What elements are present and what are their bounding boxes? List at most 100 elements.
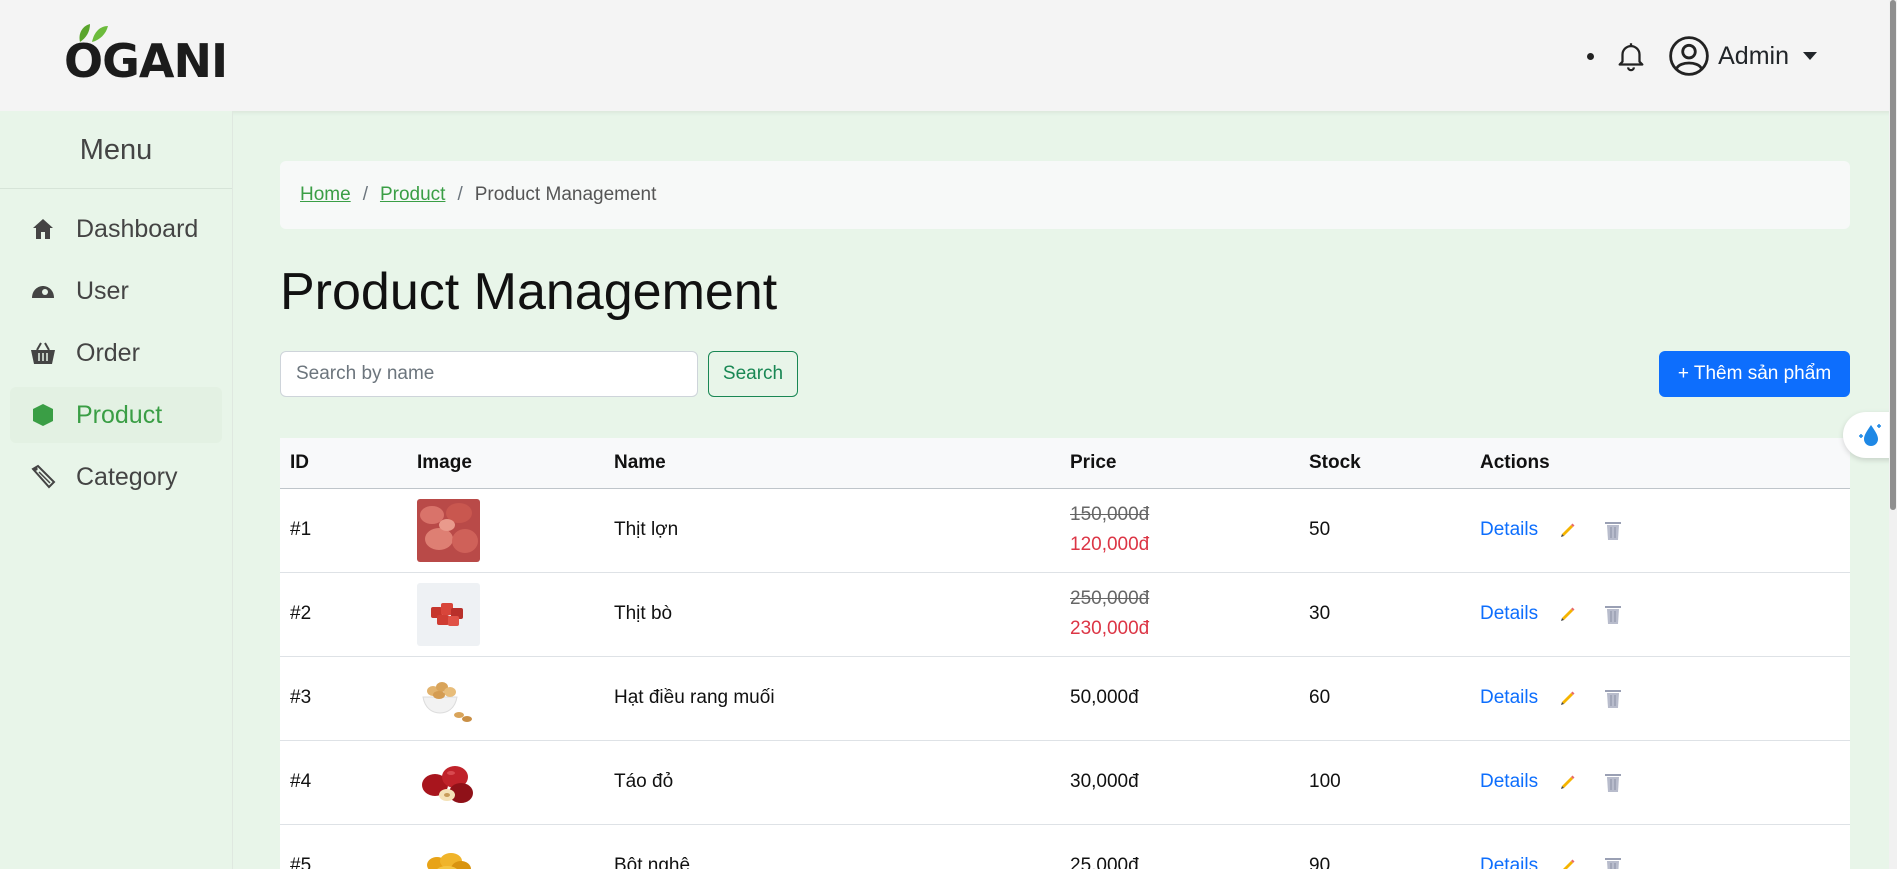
sidebar: Menu Dashboard User Order Product Catego… [0,111,233,869]
details-link[interactable]: Details [1480,855,1538,869]
turmeric-image [417,834,480,869]
price: 30,000đ [1070,771,1139,792]
cell-actions: Details [1470,740,1850,825]
breadcrumb-home-link[interactable]: Home [300,184,351,206]
main-content: Home / Product / Product Management Prod… [250,130,1882,869]
avatar-icon[interactable] [1668,35,1710,77]
cell-actions: Details [1470,824,1850,869]
table-row: #4 Táo đỏ 30,000đ 100 Details [280,740,1850,825]
sidebar-item-dashboard[interactable]: Dashboard [10,201,222,257]
page-scrollbar[interactable] [1889,0,1897,869]
column-header-id: ID [280,438,407,489]
cell-stock: 50 [1299,488,1470,573]
user-icon [30,278,56,304]
column-header-name: Name [604,438,1060,489]
page-title: Product Management [280,263,778,321]
trash-icon[interactable] [1603,687,1623,709]
breadcrumb-separator: / [362,184,368,205]
cell-price: 25,000đ [1060,824,1299,869]
pencil-icon[interactable] [1559,689,1577,707]
cell-image [407,572,604,657]
cell-image [407,824,604,869]
cell-stock: 90 [1299,824,1470,869]
beef-image [417,582,480,646]
cell-price: 50,000đ [1060,656,1299,741]
cell-stock: 100 [1299,740,1470,825]
cell-price: 150,000đ 120,000đ [1060,488,1299,573]
cell-stock: 60 [1299,656,1470,741]
details-link[interactable]: Details [1480,687,1538,708]
column-header-image: Image [407,438,604,489]
table-row: #3 Hạt điều rang muối 50,000đ 60 Details [280,656,1850,741]
sidebar-item-label: Order [76,338,140,367]
breadcrumb: Home / Product / Product Management [280,161,1850,229]
top-header: OGANI Admin [0,0,1897,111]
logo-text: OGANI [64,34,228,88]
table-row: #5 Bột nghệ 25,000đ 90 Details [280,824,1850,869]
cashew-image [417,666,480,730]
cell-id: #5 [280,824,407,869]
scrollbar-thumb[interactable] [1890,0,1896,510]
cell-actions: Details [1470,656,1850,741]
cell-image [407,740,604,825]
cell-actions: Details [1470,572,1850,657]
pencil-icon[interactable] [1559,521,1577,539]
price: 50,000đ [1070,687,1139,708]
search-button[interactable]: Search [708,351,798,397]
jujube-image [417,750,480,814]
sidebar-item-label: Dashboard [76,214,199,243]
search-input[interactable] [280,351,698,397]
price: 25,000đ [1070,855,1139,869]
details-link[interactable]: Details [1480,603,1538,624]
table-row: #2 Thịt bò 250,000đ 230,000đ 30 Details [280,572,1850,657]
breadcrumb-separator: / [457,184,463,205]
column-header-stock: Stock [1299,438,1470,489]
cell-price: 250,000đ 230,000đ [1060,572,1299,657]
breadcrumb-product-link[interactable]: Product [380,184,445,206]
sidebar-item-order[interactable]: Order [10,325,222,381]
cell-image [407,656,604,741]
bell-icon[interactable] [1614,39,1648,73]
cell-id: #2 [280,572,407,657]
water-drop-icon [1859,424,1881,446]
trash-icon[interactable] [1603,855,1623,869]
admin-name[interactable]: Admin [1718,42,1789,71]
cell-actions: Details [1470,488,1850,573]
cell-image [407,488,604,573]
status-dot [1587,52,1595,60]
pork-image [417,498,480,562]
sidebar-item-user[interactable]: User [10,263,222,319]
cell-id: #4 [280,740,407,825]
sidebar-item-category[interactable]: Category [10,449,222,505]
sidebar-item-label: Product [76,400,163,429]
original-price: 250,000đ [1070,588,1150,609]
pencil-icon[interactable] [1559,773,1577,791]
cell-name: Táo đỏ [604,740,1060,825]
column-header-price: Price [1060,438,1299,489]
tag-icon [30,464,56,490]
sale-price: 230,000đ [1070,618,1150,639]
trash-icon[interactable] [1603,519,1623,541]
original-price: 150,000đ [1070,504,1150,525]
pencil-icon[interactable] [1559,605,1577,623]
sidebar-item-product[interactable]: Product [10,387,222,443]
table-row: #1 Thịt lợn 150,000đ 120,000đ 50 Details [280,488,1850,573]
cell-price: 30,000đ [1060,740,1299,825]
details-link[interactable]: Details [1480,519,1538,540]
trash-icon[interactable] [1603,771,1623,793]
details-link[interactable]: Details [1480,771,1538,792]
cell-name: Thịt bò [604,572,1060,657]
box-icon [30,402,56,428]
cell-id: #3 [280,656,407,741]
add-product-button[interactable]: + Thêm sản phẩm [1659,351,1850,397]
pencil-icon[interactable] [1559,857,1577,869]
cell-name: Hạt điều rang muối [604,656,1060,741]
trash-icon[interactable] [1603,603,1623,625]
chevron-down-icon[interactable] [1803,52,1817,60]
product-table: ID Image Name Price Stock Actions #1 Thị… [280,438,1850,869]
basket-icon [30,340,56,366]
table-header-row: ID Image Name Price Stock Actions [280,438,1850,489]
sidebar-title: Menu [0,111,232,189]
cell-name: Bột nghệ [604,824,1060,869]
cell-stock: 30 [1299,572,1470,657]
